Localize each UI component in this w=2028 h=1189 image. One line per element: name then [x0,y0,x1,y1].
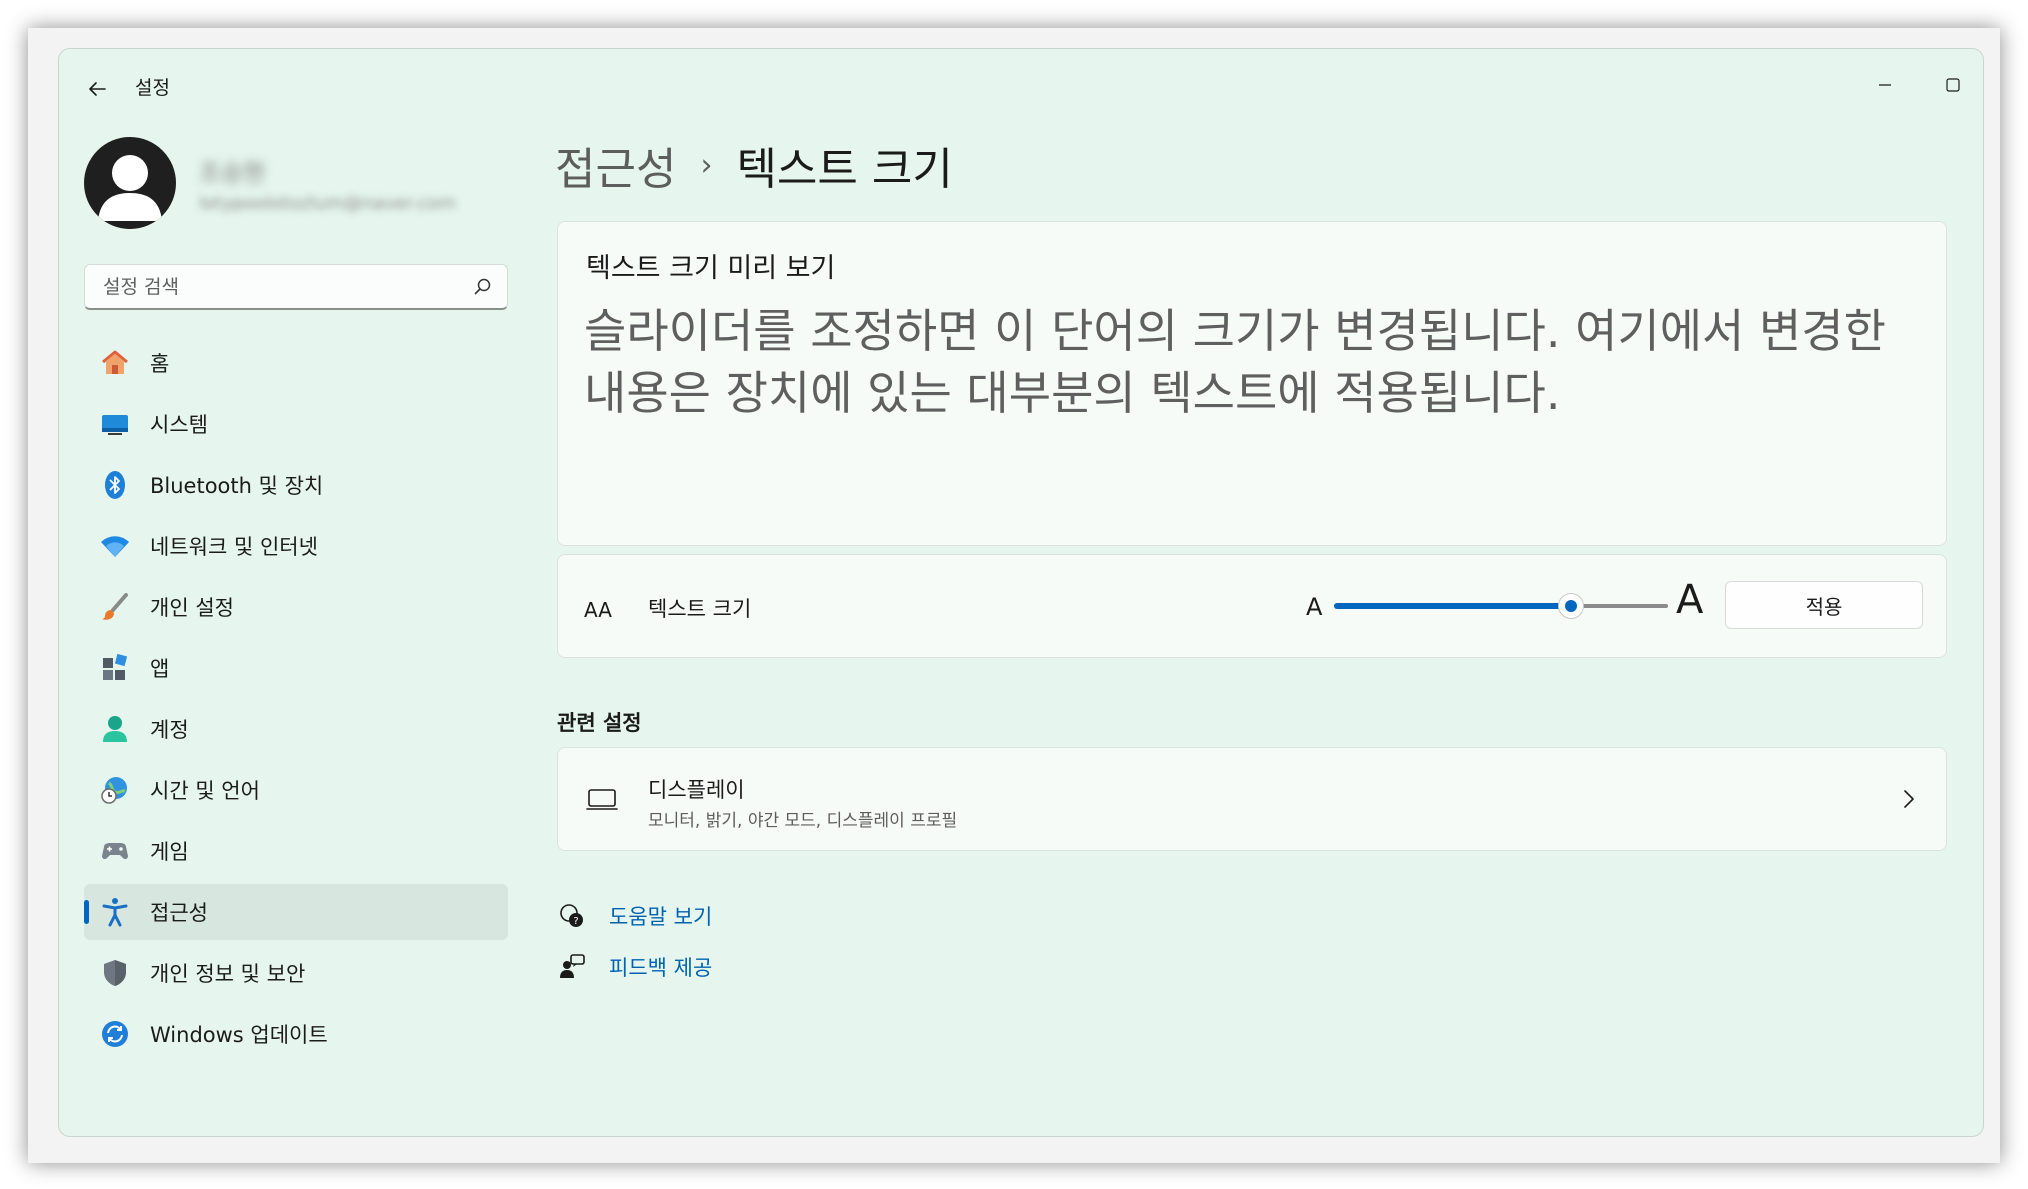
sidebar-item-accessibility[interactable]: 접근성 [84,884,508,940]
maximize-icon [1946,78,1960,92]
help-chat-icon: ? [557,901,587,931]
profile-name: 조승현 [199,159,266,187]
search-input[interactable] [101,265,465,309]
minimize-button[interactable] [1853,61,1917,109]
sidebar-item-label: 접근성 [150,901,208,925]
sidebar-item-apps[interactable]: 앱 [84,640,508,696]
sidebar-item-home[interactable]: 홈 [84,335,508,391]
sidebar-item-gaming[interactable]: 게임 [84,823,508,879]
slider-max-label: A [1676,577,1704,623]
text-size-icon: AA [584,598,612,622]
profile-email: lotypoolotozlum@naver.com [199,193,456,214]
search-icon[interactable] [473,277,493,297]
update-icon [98,1017,132,1051]
display-title: 디스플레이 [648,778,745,802]
avatar[interactable] [84,137,176,229]
account-icon [98,712,132,746]
brush-icon [98,590,132,624]
globe-clock-icon [98,773,132,807]
wifi-icon [98,529,132,563]
feedback-link[interactable]: 피드백 제공 [609,952,712,982]
sidebar-item-bluetooth[interactable]: Bluetooth 및 장치 [84,457,508,513]
breadcrumb-separator: › [700,147,713,183]
breadcrumb-parent[interactable]: 접근성 [555,133,676,197]
sidebar-item-label: 게임 [150,840,189,864]
sidebar-item-label: 앱 [150,657,170,681]
sidebar-item-windows-update[interactable]: Windows 업데이트 [84,1006,508,1062]
apply-button[interactable]: 적용 [1725,581,1923,629]
display-subtitle: 모니터, 밝기, 야간 모드, 디스플레이 프로필 [648,811,958,831]
sidebar-item-label: 시간 및 언어 [150,779,260,803]
feedback-icon [557,952,587,982]
text-size-slider[interactable] [1334,593,1668,619]
shield-icon [98,956,132,990]
sidebar-item-personalization[interactable]: 개인 설정 [84,579,508,635]
back-button[interactable] [79,71,115,107]
preview-text: 슬라이더를 조정하면 이 단어의 크기가 변경됩니다. 여기에서 변경한 내용은… [584,304,1886,420]
text-size-label: 텍스트 크기 [648,597,752,621]
sidebar-item-label: 개인 설정 [150,596,234,620]
slider-fill [1334,603,1572,609]
laptop-icon [586,789,618,810]
chevron-right-icon [1904,790,1914,808]
svg-text:?: ? [573,916,578,927]
display-settings-link[interactable]: 디스플레이 모니터, 밝기, 야간 모드, 디스플레이 프로필 [557,747,1947,851]
feedback-link-row[interactable]: 피드백 제공 [557,952,712,982]
system-icon [98,407,132,441]
text-size-setting-card: AA 텍스트 크기 A A 적용 [557,554,1947,658]
sidebar-item-label: Bluetooth 및 장치 [150,474,324,498]
related-settings-heading: 관련 설정 [557,711,642,735]
sidebar-item-label: 홈 [150,352,170,376]
maximize-button[interactable] [1921,61,1983,109]
gamepad-icon [98,834,132,868]
help-link-row[interactable]: ? 도움말 보기 [557,901,712,931]
page-title: 텍스트 크기 [736,144,953,195]
preview-title: 텍스트 크기 미리 보기 [586,253,836,284]
title-bar: 설정 [59,49,1983,125]
search-box[interactable] [84,264,508,310]
sidebar-item-label: 네트워크 및 인터넷 [150,535,318,559]
app-title: 설정 [135,77,170,99]
sidebar-item-network[interactable]: 네트워크 및 인터넷 [84,518,508,574]
minimize-icon [1879,84,1891,86]
sidebar-nav: 홈 시스템 Bluetooth 및 장치 네트워크 및 인터넷 개인 설정 앱 … [84,335,508,1067]
sidebar-item-label: 계정 [150,718,189,742]
bluetooth-icon [98,468,132,502]
help-link[interactable]: 도움말 보기 [609,901,712,931]
accessibility-icon [98,895,132,929]
breadcrumb: 접근성 › 텍스트 크기 [555,133,953,197]
slider-min-label: A [1306,593,1323,621]
sidebar-item-label: Windows 업데이트 [150,1023,328,1047]
home-icon [98,346,132,380]
user-silhouette-icon [98,155,162,221]
sidebar-item-label: 개인 정보 및 보안 [150,962,306,986]
sidebar-item-label: 시스템 [150,413,208,437]
sidebar-item-accounts[interactable]: 계정 [84,701,508,757]
sidebar-item-system[interactable]: 시스템 [84,396,508,452]
sidebar-item-time-language[interactable]: 시간 및 언어 [84,762,508,818]
text-size-preview-card: 텍스트 크기 미리 보기 슬라이더를 조정하면 이 단어의 크기가 변경됩니다.… [557,221,1947,546]
back-arrow-icon [89,82,106,96]
slider-thumb[interactable] [1558,593,1585,619]
settings-window: 설정 조승현 lotypoolotozlum@naver.com 설정 검색 홈… [58,48,1984,1137]
apps-icon [98,651,132,685]
sidebar-item-privacy-security[interactable]: 개인 정보 및 보안 [84,945,508,1001]
